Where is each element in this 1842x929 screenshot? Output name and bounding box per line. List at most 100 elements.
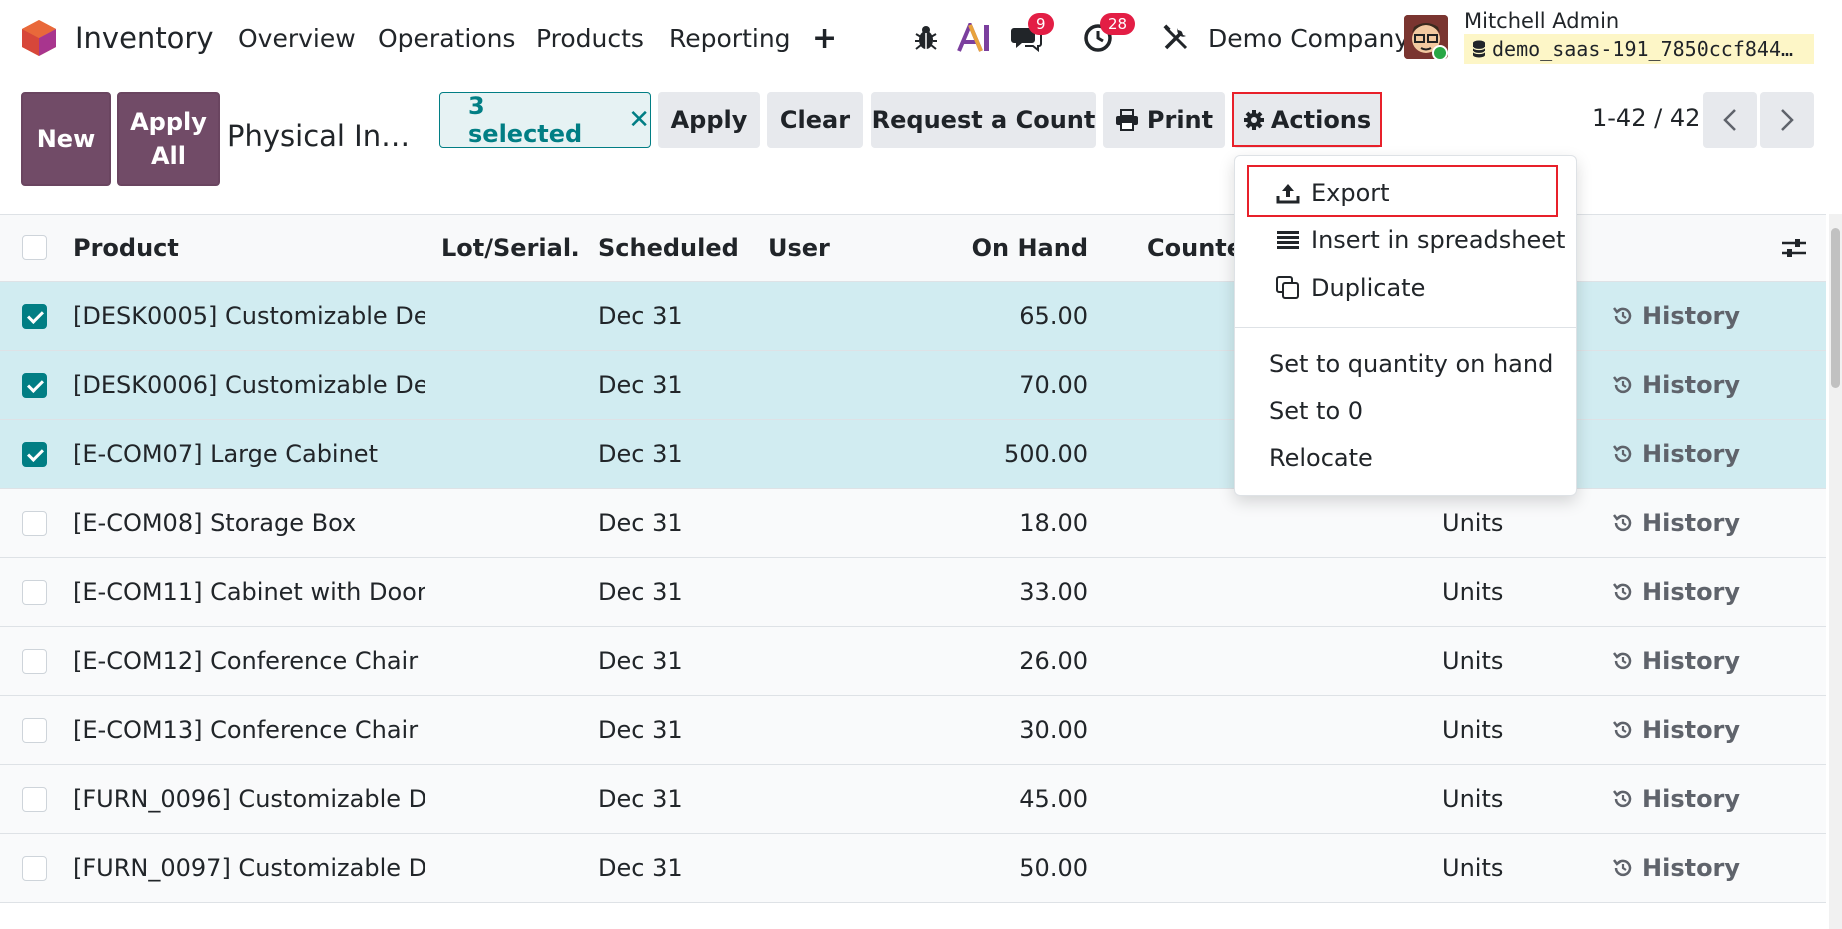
- cell-scheduled[interactable]: Dec 31: [598, 558, 683, 626]
- table-row[interactable]: [E-COM13] Conference Chair … Dec 31 30.00 U…: [0, 696, 1826, 765]
- request-count-button[interactable]: Request a Count: [871, 92, 1096, 148]
- unselect-close-icon[interactable]: ✕: [628, 105, 650, 135]
- cell-scheduled[interactable]: Dec 31: [598, 696, 683, 764]
- cell-product[interactable]: [E-COM12] Conference Chair …: [73, 627, 425, 695]
- cell-scheduled[interactable]: Dec 31: [598, 765, 683, 833]
- column-settings-icon[interactable]: [1780, 215, 1808, 281]
- settings-tools-icon[interactable]: [1158, 20, 1194, 56]
- header-scheduled[interactable]: Scheduled: [598, 215, 739, 281]
- row-checkbox[interactable]: [22, 442, 47, 467]
- history-icon: [1612, 650, 1634, 672]
- cell-product[interactable]: [FURN_0097] Customizable D…: [73, 834, 425, 902]
- page-title: Physical In…: [227, 119, 410, 153]
- history-icon: [1612, 581, 1634, 603]
- menu-reporting[interactable]: Reporting: [669, 0, 791, 76]
- header-counted[interactable]: Counte: [1147, 215, 1243, 281]
- history-button[interactable]: History: [1612, 696, 1740, 764]
- row-checkbox[interactable]: [22, 787, 47, 812]
- duplicate-copy-icon: [1273, 276, 1303, 300]
- table-row[interactable]: [FURN_0096] Customizable D…Dec 3145.00Un…: [0, 765, 1826, 834]
- pager-value[interactable]: 1-42 / 42: [1592, 104, 1700, 132]
- cell-product[interactable]: [E-COM08] Storage Box: [73, 489, 425, 557]
- row-checkbox[interactable]: [22, 580, 47, 605]
- row-checkbox[interactable]: [22, 511, 47, 536]
- list-scrollbar[interactable]: [1829, 214, 1842, 929]
- cell-on-hand[interactable]: 500.00: [880, 420, 1088, 488]
- history-label: History: [1642, 440, 1740, 468]
- table-row[interactable]: [E-COM08] Storage BoxDec 3118.00UnitsHis…: [0, 489, 1826, 558]
- cell-on-hand[interactable]: 65.00: [880, 282, 1088, 350]
- cell-on-hand[interactable]: 45.00: [880, 765, 1088, 833]
- cell-scheduled[interactable]: Dec 31: [598, 351, 683, 419]
- cell-scheduled[interactable]: Dec 31: [598, 834, 683, 902]
- row-checkbox[interactable]: [22, 718, 47, 743]
- cell-units: Units: [1442, 696, 1503, 764]
- history-button[interactable]: History: [1612, 834, 1740, 902]
- ai-icon[interactable]: [956, 20, 992, 56]
- table-row[interactable]: [E-COM12] Conference Chair …Dec 3126.00U…: [0, 627, 1826, 696]
- menu-overview[interactable]: Overview: [238, 0, 356, 76]
- menu-item-duplicate[interactable]: Duplicate: [1235, 266, 1576, 310]
- menu-products[interactable]: Products: [536, 0, 644, 76]
- cell-product[interactable]: [E-COM07] Large Cabinet: [73, 420, 425, 488]
- new-button[interactable]: New: [21, 92, 111, 186]
- insert-spreadsheet-label: Insert in spreadsheet: [1311, 226, 1565, 254]
- history-button[interactable]: History: [1612, 282, 1740, 350]
- clear-button[interactable]: Clear: [767, 92, 863, 148]
- history-button[interactable]: History: [1612, 627, 1740, 695]
- history-button[interactable]: History: [1612, 420, 1740, 488]
- apply-all-line1: Apply: [130, 105, 207, 139]
- activities-clock-icon[interactable]: 28: [1080, 20, 1116, 56]
- menu-operations[interactable]: Operations: [378, 0, 515, 76]
- history-button[interactable]: History: [1612, 765, 1740, 833]
- header-on-hand[interactable]: On Hand: [880, 215, 1088, 281]
- pager-next-button[interactable]: [1760, 92, 1814, 148]
- row-checkbox[interactable]: [22, 649, 47, 674]
- cell-product[interactable]: [E-COM13] Conference Chair …: [73, 696, 425, 764]
- menu-item-set-on-hand[interactable]: Set to quantity on hand: [1235, 342, 1576, 386]
- history-icon: [1612, 305, 1634, 327]
- history-button[interactable]: History: [1612, 489, 1740, 557]
- pager-previous-button[interactable]: [1703, 92, 1757, 148]
- cell-product[interactable]: [DESK0005] Customizable De…: [73, 282, 425, 350]
- messages-icon[interactable]: 9: [1008, 20, 1044, 56]
- row-checkbox[interactable]: [22, 373, 47, 398]
- menu-item-relocate[interactable]: Relocate: [1235, 436, 1576, 480]
- cell-scheduled[interactable]: Dec 31: [598, 489, 683, 557]
- row-checkbox[interactable]: [22, 856, 47, 881]
- header-user[interactable]: User: [768, 215, 830, 281]
- cell-product[interactable]: [E-COM11] Cabinet with Doors: [73, 558, 425, 626]
- cell-on-hand[interactable]: 18.00: [880, 489, 1088, 557]
- cell-product[interactable]: [FURN_0096] Customizable D…: [73, 765, 425, 833]
- header-product[interactable]: Product: [73, 215, 179, 281]
- app-name[interactable]: Inventory: [75, 0, 214, 76]
- history-button[interactable]: History: [1612, 558, 1740, 626]
- apply-all-button[interactable]: Apply All: [117, 92, 220, 186]
- scrollbar-thumb[interactable]: [1831, 228, 1840, 388]
- menu-item-insert-spreadsheet[interactable]: Insert in spreadsheet: [1235, 218, 1576, 262]
- user-name[interactable]: Mitchell Admin: [1464, 9, 1619, 33]
- cell-scheduled[interactable]: Dec 31: [598, 627, 683, 695]
- add-menu-icon[interactable]: +: [812, 0, 837, 76]
- menu-item-set-zero[interactable]: Set to 0: [1235, 389, 1576, 433]
- cell-on-hand[interactable]: 33.00: [880, 558, 1088, 626]
- cell-scheduled[interactable]: Dec 31: [598, 420, 683, 488]
- table-row[interactable]: [E-COM11] Cabinet with DoorsDec 3133.00U…: [0, 558, 1826, 627]
- cell-product[interactable]: [DESK0006] Customizable De…: [73, 351, 425, 419]
- print-button[interactable]: Print: [1103, 92, 1225, 148]
- cell-on-hand[interactable]: 26.00: [880, 627, 1088, 695]
- history-button[interactable]: History: [1612, 351, 1740, 419]
- cell-on-hand[interactable]: 50.00: [880, 834, 1088, 902]
- apply-button[interactable]: Apply: [658, 92, 760, 148]
- cell-on-hand[interactable]: 70.00: [880, 351, 1088, 419]
- row-checkbox[interactable]: [22, 304, 47, 329]
- select-all-checkbox[interactable]: [22, 235, 47, 260]
- odoo-logo-icon[interactable]: [20, 0, 58, 76]
- table-row[interactable]: [FURN_0097] Customizable D…Dec 3150.00Un…: [0, 834, 1826, 903]
- cell-on-hand[interactable]: 30.00: [880, 696, 1088, 764]
- company-switcher[interactable]: Demo Company: [1208, 0, 1409, 76]
- header-lot-serial[interactable]: Lot/Serial…: [441, 215, 581, 281]
- cell-scheduled[interactable]: Dec 31: [598, 282, 683, 350]
- debug-bug-icon[interactable]: [908, 20, 944, 56]
- history-label: History: [1642, 371, 1740, 399]
